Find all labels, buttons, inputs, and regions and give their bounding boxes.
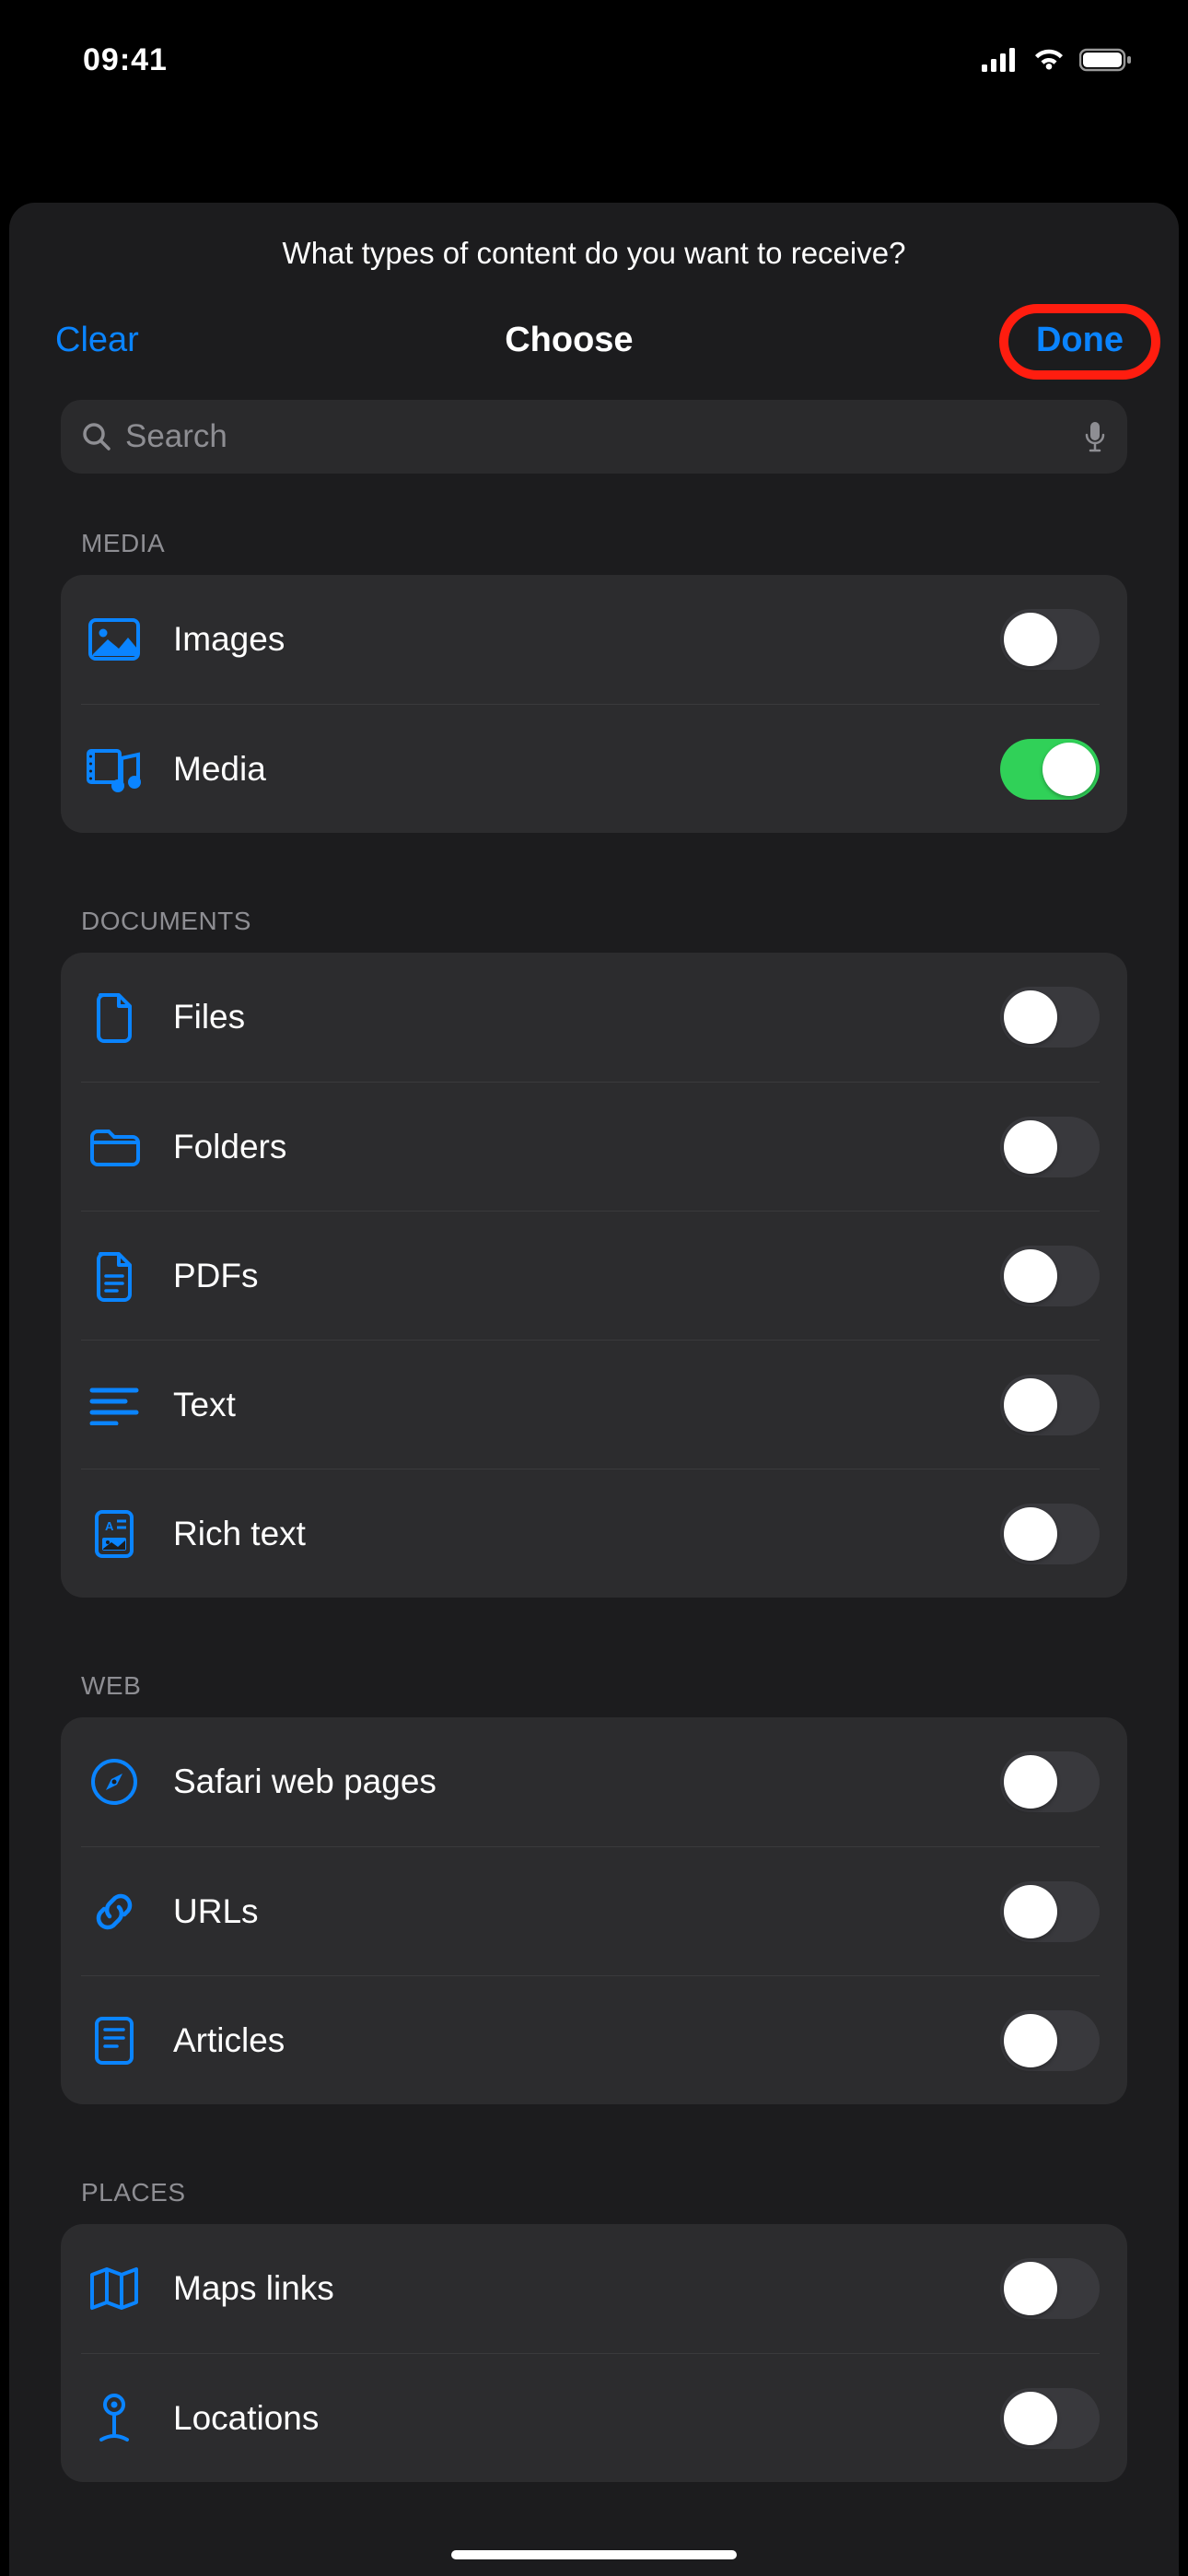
section-header: Web xyxy=(61,1598,1127,1717)
cellular-icon xyxy=(982,48,1019,72)
image-icon xyxy=(81,606,147,673)
compass-icon xyxy=(81,1749,147,1815)
clear-button[interactable]: Clear xyxy=(55,321,139,360)
list-row[interactable]: Articles xyxy=(61,1975,1127,2104)
wifi-icon xyxy=(1031,47,1066,73)
section-header: Documents xyxy=(61,833,1127,953)
list-row[interactable]: Safari web pages xyxy=(61,1717,1127,1846)
toggle-switch[interactable] xyxy=(1000,1751,1100,1812)
list-row[interactable]: PDFs xyxy=(61,1211,1127,1340)
nav-bar: Clear Choose Done xyxy=(9,299,1179,381)
status-time: 09:41 xyxy=(83,42,168,78)
search-field[interactable] xyxy=(61,400,1127,474)
status-bar: 09:41 xyxy=(0,0,1188,111)
article-icon xyxy=(81,2008,147,2074)
toggle-switch[interactable] xyxy=(1000,1504,1100,1564)
pdf-icon xyxy=(81,1243,147,1309)
list-row[interactable]: Media xyxy=(61,704,1127,833)
home-indicator[interactable] xyxy=(451,2550,737,2559)
row-label: Articles xyxy=(173,2021,1000,2060)
section-header: Media xyxy=(61,474,1127,575)
row-label: Locations xyxy=(173,2399,1000,2438)
list-row[interactable]: Maps links xyxy=(61,2224,1127,2353)
search-input[interactable] xyxy=(125,418,1070,455)
section-header: Places xyxy=(61,2104,1127,2224)
section-group: Safari web pages URLs Articles xyxy=(61,1717,1127,2104)
battery-icon xyxy=(1079,47,1133,73)
row-label: Text xyxy=(173,1386,1000,1424)
done-button[interactable]: Done xyxy=(999,304,1160,380)
toggle-switch[interactable] xyxy=(1000,2258,1100,2319)
file-icon xyxy=(81,984,147,1050)
row-label: Media xyxy=(173,750,1000,789)
toggle-switch[interactable] xyxy=(1000,1375,1100,1435)
row-label: URLs xyxy=(173,1892,1000,1931)
content-list[interactable]: Media Images Media Documents Files Folders PDF… xyxy=(9,474,1179,2534)
content-type-sheet: What types of content do you want to rec… xyxy=(9,203,1179,2576)
row-label: Rich text xyxy=(173,1515,1000,1553)
search-icon xyxy=(81,421,112,452)
section-group: Images Media xyxy=(61,575,1127,833)
link-icon xyxy=(81,1879,147,1945)
toggle-switch[interactable] xyxy=(1000,1117,1100,1177)
section-group: Files Folders PDFs Text A Rich text xyxy=(61,953,1127,1598)
list-row[interactable]: Folders xyxy=(61,1082,1127,1211)
toggle-switch[interactable] xyxy=(1000,2010,1100,2071)
media-icon xyxy=(81,736,147,802)
section-group: Maps links Locations xyxy=(61,2224,1127,2482)
toggle-switch[interactable] xyxy=(1000,739,1100,800)
list-row[interactable]: URLs xyxy=(61,1846,1127,1975)
toggle-switch[interactable] xyxy=(1000,2388,1100,2449)
map-icon xyxy=(81,2255,147,2322)
row-label: Safari web pages xyxy=(173,1762,1000,1801)
status-icons xyxy=(982,47,1133,73)
toggle-switch[interactable] xyxy=(1000,1881,1100,1942)
text-icon xyxy=(81,1372,147,1438)
list-row[interactable]: A Rich text xyxy=(61,1469,1127,1598)
toggle-switch[interactable] xyxy=(1000,609,1100,670)
list-row[interactable]: Files xyxy=(61,953,1127,1082)
svg-text:A: A xyxy=(105,1519,114,1533)
toggle-switch[interactable] xyxy=(1000,987,1100,1048)
row-label: PDFs xyxy=(173,1257,1000,1295)
row-label: Maps links xyxy=(173,2269,1000,2308)
list-row[interactable]: Text xyxy=(61,1340,1127,1469)
folder-icon xyxy=(81,1114,147,1180)
toggle-switch[interactable] xyxy=(1000,1246,1100,1306)
list-row[interactable]: Locations xyxy=(61,2353,1127,2482)
richtext-icon: A xyxy=(81,1501,147,1567)
search-wrap xyxy=(9,381,1179,474)
nav-title: Choose xyxy=(505,321,633,360)
mic-icon[interactable] xyxy=(1083,420,1107,453)
row-label: Images xyxy=(173,620,1000,659)
sheet-question: What types of content do you want to rec… xyxy=(9,203,1179,299)
done-button-wrap: Done xyxy=(999,321,1133,360)
row-label: Files xyxy=(173,998,1000,1036)
list-row[interactable]: Images xyxy=(61,575,1127,704)
row-label: Folders xyxy=(173,1128,1000,1166)
pin-icon xyxy=(81,2385,147,2452)
